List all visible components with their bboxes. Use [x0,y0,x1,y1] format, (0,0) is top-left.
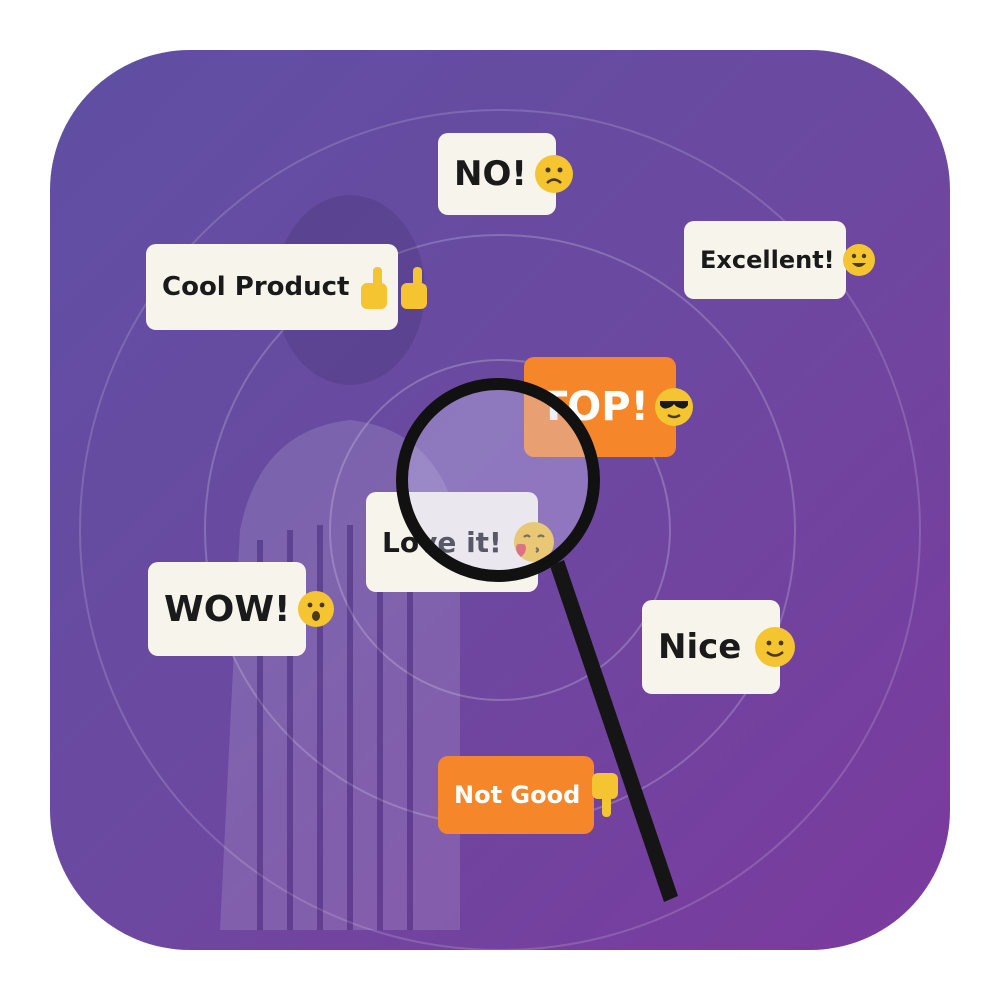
magnifying-glass-icon [396,378,678,902]
bubble-wow: WOW! [148,562,335,656]
smiling-face-icon [755,627,796,667]
bubble-wow-text: WOW! [164,588,291,630]
surprised-face-icon [298,591,335,627]
bubble-no: NO! [438,133,573,215]
bubble-cool-product-text: Cool Product [162,272,350,302]
magnifier-lens [396,378,600,582]
sad-face-icon [534,155,573,193]
grinning-face-icon [842,244,875,276]
bubble-excellent: Excellent! [684,221,875,299]
bubble-no-text: NO! [454,154,527,194]
bubble-excellent-text: Excellent! [700,246,835,274]
magnifier-handle [550,560,678,902]
bubble-cool-product: Cool Product [146,244,428,330]
